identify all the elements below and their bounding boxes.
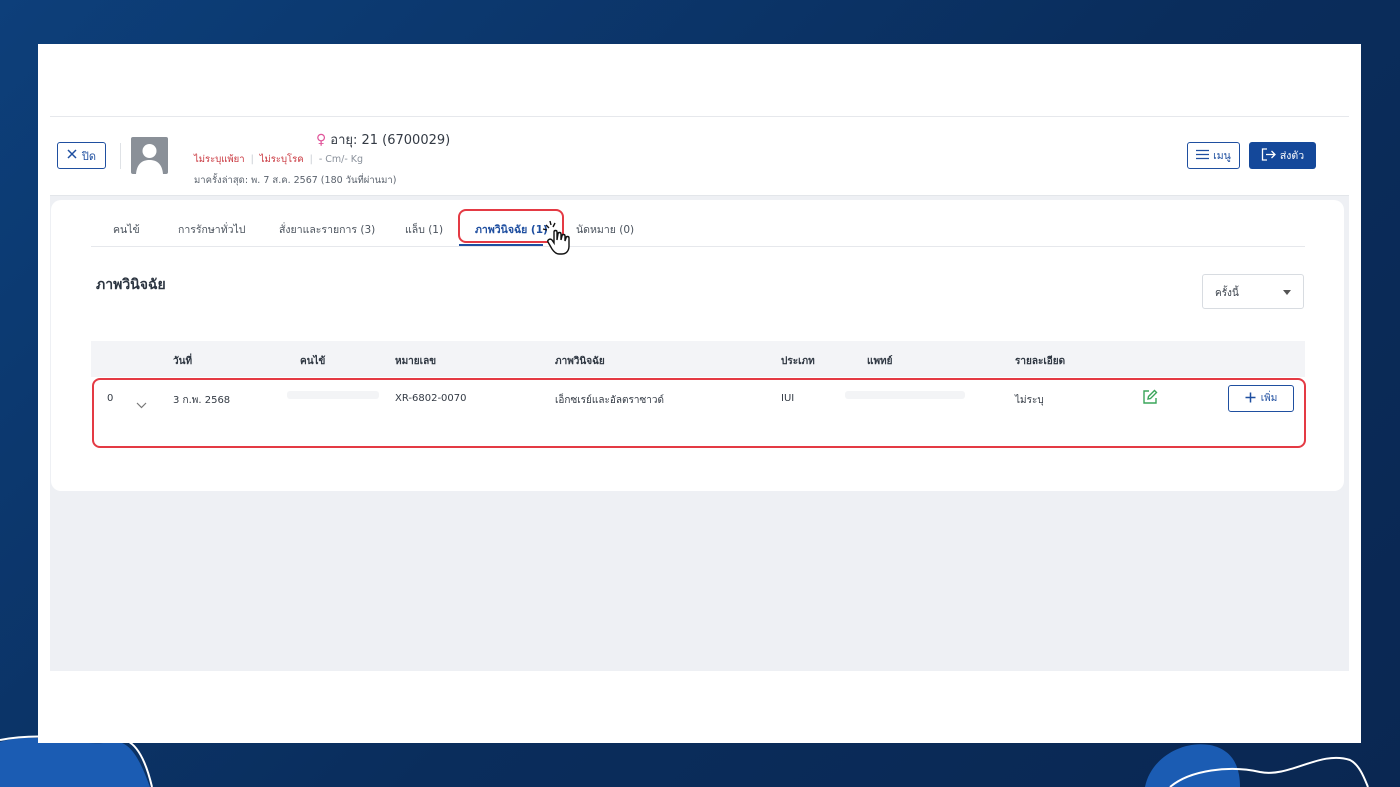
active-tab-indicator: [459, 244, 543, 246]
tab-orders[interactable]: สั่งยาและรายการ (3): [279, 221, 375, 238]
drug-allergy-tag: ไม่ระบุแพ้ยา: [194, 154, 245, 165]
column-header-number: หมายเลข: [395, 356, 437, 367]
close-button[interactable]: ปิด: [57, 142, 106, 169]
hamburger-icon: [1196, 149, 1210, 163]
column-header-type: ประเภท: [781, 356, 815, 367]
column-header-detail: รายละเอียด: [1015, 356, 1066, 367]
patient-age: อายุ: 21 (6700029): [330, 133, 451, 148]
column-header-doctor: แพทย์: [867, 356, 893, 367]
table-header: วันที่ คนไข้ หมายเลข ภาพวินิจฉัย ประเภท …: [91, 341, 1305, 377]
exit-arrow-icon: [1261, 147, 1276, 164]
tab-appointments[interactable]: นัดหมาย (0): [576, 221, 634, 238]
user-silhouette-icon: [136, 144, 163, 174]
column-header-imaging: ภาพวินิจฉัย: [555, 356, 605, 367]
close-label: ปิด: [81, 149, 97, 163]
caret-down-icon: [1283, 290, 1291, 295]
visit-filter-select[interactable]: ครั้งนี้: [1202, 274, 1304, 309]
send-button[interactable]: ส่งตัว: [1249, 142, 1316, 169]
screenshot-frame: ปิด ♀ อายุ: 21 (6700029) ไม่ระบุแพ้ยา | …: [38, 44, 1361, 743]
content-card: คนไข้ การรักษาทั่วไป สั่งยาและรายการ (3)…: [51, 200, 1344, 491]
column-header-date: วันที่: [173, 356, 193, 367]
last-visit: มาครั้งล่าสุด: พ. 7 ส.ค. 2567 (180 วันที…: [194, 175, 397, 186]
app-window: ปิด ♀ อายุ: 21 (6700029) ไม่ระบุแพ้ยา | …: [50, 116, 1349, 671]
female-icon: ♀: [316, 131, 327, 148]
menu-label: เมนู: [1213, 150, 1231, 162]
tab-bar: คนไข้ การรักษาทั่วไป สั่งยาและรายการ (3)…: [91, 200, 1305, 247]
avatar: [131, 137, 168, 174]
menu-button[interactable]: เมนู: [1187, 142, 1240, 169]
section-title: ภาพวินิจฉัย: [96, 277, 166, 293]
send-label: ส่งตัว: [1279, 150, 1305, 162]
row-highlight-box: [92, 378, 1306, 448]
hand-cursor-icon: [542, 220, 578, 260]
close-icon: [67, 149, 77, 162]
column-header-patient: คนไข้: [300, 356, 326, 367]
tab-patient[interactable]: คนไข้: [113, 221, 140, 238]
patient-age-line: ♀ อายุ: 21 (6700029): [316, 129, 450, 150]
height-weight: - Cm/- Kg: [318, 154, 364, 165]
header-divider: [120, 143, 121, 169]
tag-separator: |: [309, 154, 313, 165]
disease-tag: ไม่ระบุโรค: [259, 154, 304, 165]
patient-tags: ไม่ระบุแพ้ยา | ไม่ระบุโรค | - Cm/- Kg: [194, 152, 363, 167]
visit-filter-value: ครั้งนี้: [1215, 288, 1239, 299]
tab-general-treatment[interactable]: การรักษาทั่วไป: [178, 221, 245, 238]
patient-header: ปิด ♀ อายุ: 21 (6700029) ไม่ระบุแพ้ยา | …: [50, 116, 1349, 196]
tag-separator: |: [250, 154, 254, 165]
tab-lab[interactable]: แล็บ (1): [405, 221, 443, 238]
